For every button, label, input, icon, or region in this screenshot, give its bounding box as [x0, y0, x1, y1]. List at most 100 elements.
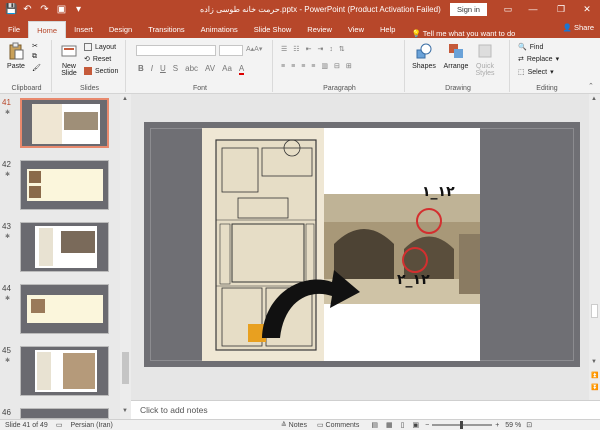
font-color-button[interactable]: A	[238, 64, 245, 75]
select-label: Select	[527, 68, 548, 76]
sign-in-button[interactable]: Sign in	[450, 3, 487, 16]
quick-styles-icon	[478, 44, 492, 58]
previous-slide-icon[interactable]: ⏫	[591, 372, 598, 379]
section-button[interactable]: Section	[84, 67, 118, 75]
columns-icon[interactable]: ▥	[321, 62, 328, 70]
justify-icon[interactable]: ≡	[311, 63, 315, 70]
undo-icon[interactable]: ↶	[22, 4, 33, 15]
layout-button[interactable]: Layout	[84, 43, 116, 51]
tab-file[interactable]: File	[0, 21, 28, 38]
reading-view-icon[interactable]: ▯	[401, 421, 405, 429]
tab-transitions[interactable]: Transitions	[140, 21, 192, 38]
ribbon-display-icon[interactable]: ▭	[497, 0, 519, 19]
notes-label: Notes	[288, 422, 307, 429]
select-button[interactable]: ⬚ Select ▾	[518, 68, 554, 77]
zoom-out-icon[interactable]: −	[425, 422, 429, 429]
zoom-slider[interactable]	[432, 421, 493, 429]
fit-slide-icon[interactable]: ⊡	[526, 421, 532, 429]
scroll-up-icon[interactable]: ▲	[122, 96, 128, 102]
close-icon[interactable]: ✕	[576, 0, 598, 19]
language-indicator[interactable]: Persian (Iran)	[70, 422, 112, 429]
zoom-in-icon[interactable]: +	[495, 422, 499, 429]
grow-font-icon[interactable]: A▴A▾	[246, 45, 262, 53]
underline-button[interactable]: U	[160, 64, 166, 75]
tab-home[interactable]: Home	[28, 21, 67, 38]
save-icon[interactable]: 💾	[5, 4, 17, 15]
spell-check-icon[interactable]: ▭	[56, 421, 63, 429]
tab-review[interactable]: Review	[299, 21, 340, 38]
maximize-icon[interactable]: ❐	[550, 0, 572, 19]
spacing-button[interactable]: AV	[205, 64, 215, 75]
quick-styles-button[interactable]: Quick Styles	[471, 42, 499, 77]
scrollbar-thumb[interactable]	[122, 352, 129, 384]
comments-label: Comments	[325, 422, 360, 429]
bullets-icon[interactable]: ☰	[281, 45, 287, 53]
font-name-combo[interactable]	[136, 45, 216, 56]
font-format-buttons: B I U S abc AV Aa A	[138, 64, 245, 75]
text-direction-icon[interactable]: ⇅	[339, 45, 345, 53]
font-group: A▴A▾ B I U S abc AV Aa A Font	[128, 40, 273, 92]
customize-icon[interactable]: ▾	[73, 4, 84, 15]
line-spacing-icon[interactable]: ↕	[329, 46, 333, 53]
arrange-icon	[449, 44, 463, 58]
cut-icon[interactable]: ✂	[32, 42, 38, 50]
thumbnail-scrollbar[interactable]: ▲ ▼	[120, 94, 131, 419]
editor-scrollbar[interactable]: ▲ ▼ ⏫ ⏬	[589, 94, 600, 400]
increase-indent-icon[interactable]: ⇥	[317, 45, 323, 53]
reset-button[interactable]: ⟲ Reset	[84, 55, 111, 64]
tab-insert[interactable]: Insert	[66, 21, 101, 38]
find-button[interactable]: 🔍 Find	[518, 43, 543, 52]
smartart-icon[interactable]: ⊞	[346, 62, 352, 70]
window-title: حرمت خانه طوسی زاده.pptx - PowerPoint (P…	[200, 5, 441, 14]
align-text-icon[interactable]: ⊟	[334, 62, 340, 70]
tell-me-box[interactable]: 💡 Tell me what you want to do	[411, 29, 515, 38]
tab-view[interactable]: View	[340, 21, 372, 38]
slideshow-view-icon[interactable]: ▣	[412, 421, 419, 429]
paste-button[interactable]: Paste	[5, 42, 27, 70]
copy-icon[interactable]: ⧉	[32, 53, 37, 61]
scrollbar-thumb[interactable]	[591, 304, 598, 318]
slide-sorter-icon[interactable]: ▦	[386, 421, 393, 429]
transition-star-icon: ✱	[5, 358, 11, 364]
tab-design[interactable]: Design	[101, 21, 140, 38]
font-size-combo[interactable]	[219, 45, 243, 56]
align-right-icon[interactable]: ≡	[301, 63, 305, 70]
normal-view-icon[interactable]: ▤	[371, 421, 378, 429]
format-painter-icon[interactable]: 🖌	[32, 64, 41, 72]
redo-icon[interactable]: ↷	[39, 4, 50, 15]
next-slide-icon[interactable]: ⏬	[591, 384, 598, 391]
tab-slide-show[interactable]: Slide Show	[246, 21, 300, 38]
align-center-icon[interactable]: ≡	[291, 63, 295, 70]
thumbnail-image	[20, 408, 109, 419]
zoom-level[interactable]: 59 %	[505, 422, 521, 429]
shadow-button[interactable]: abc	[185, 64, 198, 75]
notes-button[interactable]: ≙ Notes	[281, 421, 307, 429]
thumbnail-number: 42	[2, 160, 11, 169]
numbering-icon[interactable]: ☷	[293, 45, 299, 53]
tab-help[interactable]: Help	[372, 21, 403, 38]
notes-pane[interactable]: Click to add notes	[131, 400, 600, 419]
arrange-button[interactable]: Arrange	[441, 42, 471, 70]
comments-button[interactable]: ▭ Comments	[317, 421, 359, 429]
share-button[interactable]: 👤 Share	[563, 19, 594, 36]
zoom-slider-handle[interactable]	[460, 421, 464, 429]
tab-animations[interactable]: Animations	[193, 21, 246, 38]
collapse-ribbon-icon[interactable]: ⌃	[588, 82, 594, 90]
align-left-icon[interactable]: ≡	[281, 63, 285, 70]
decrease-indent-icon[interactable]: ⇤	[306, 45, 312, 53]
scroll-down-icon[interactable]: ▼	[591, 359, 597, 365]
shapes-button[interactable]: Shapes	[409, 42, 439, 70]
bold-button[interactable]: B	[138, 64, 144, 75]
italic-button[interactable]: I	[151, 64, 153, 75]
current-slide[interactable]: ۱۲_۱ ۱۲_۲	[144, 122, 580, 367]
new-slide-button[interactable]: New Slide	[56, 42, 82, 77]
minimize-icon[interactable]: —	[522, 0, 544, 19]
change-case-button[interactable]: Aa	[222, 64, 232, 75]
replace-button[interactable]: ⇄ Replace ▾	[518, 55, 559, 64]
scroll-up-icon[interactable]: ▲	[591, 96, 597, 102]
editing-group: 🔍 Find ⇄ Replace ▾ ⬚ Select ▾ Editing	[512, 40, 582, 93]
scroll-down-icon[interactable]: ▼	[122, 408, 128, 414]
slides-group: New Slide Layout ⟲ Reset Section Slides	[54, 40, 126, 92]
strikethrough-button[interactable]: S	[173, 64, 178, 75]
present-icon[interactable]: ▣	[56, 4, 67, 15]
